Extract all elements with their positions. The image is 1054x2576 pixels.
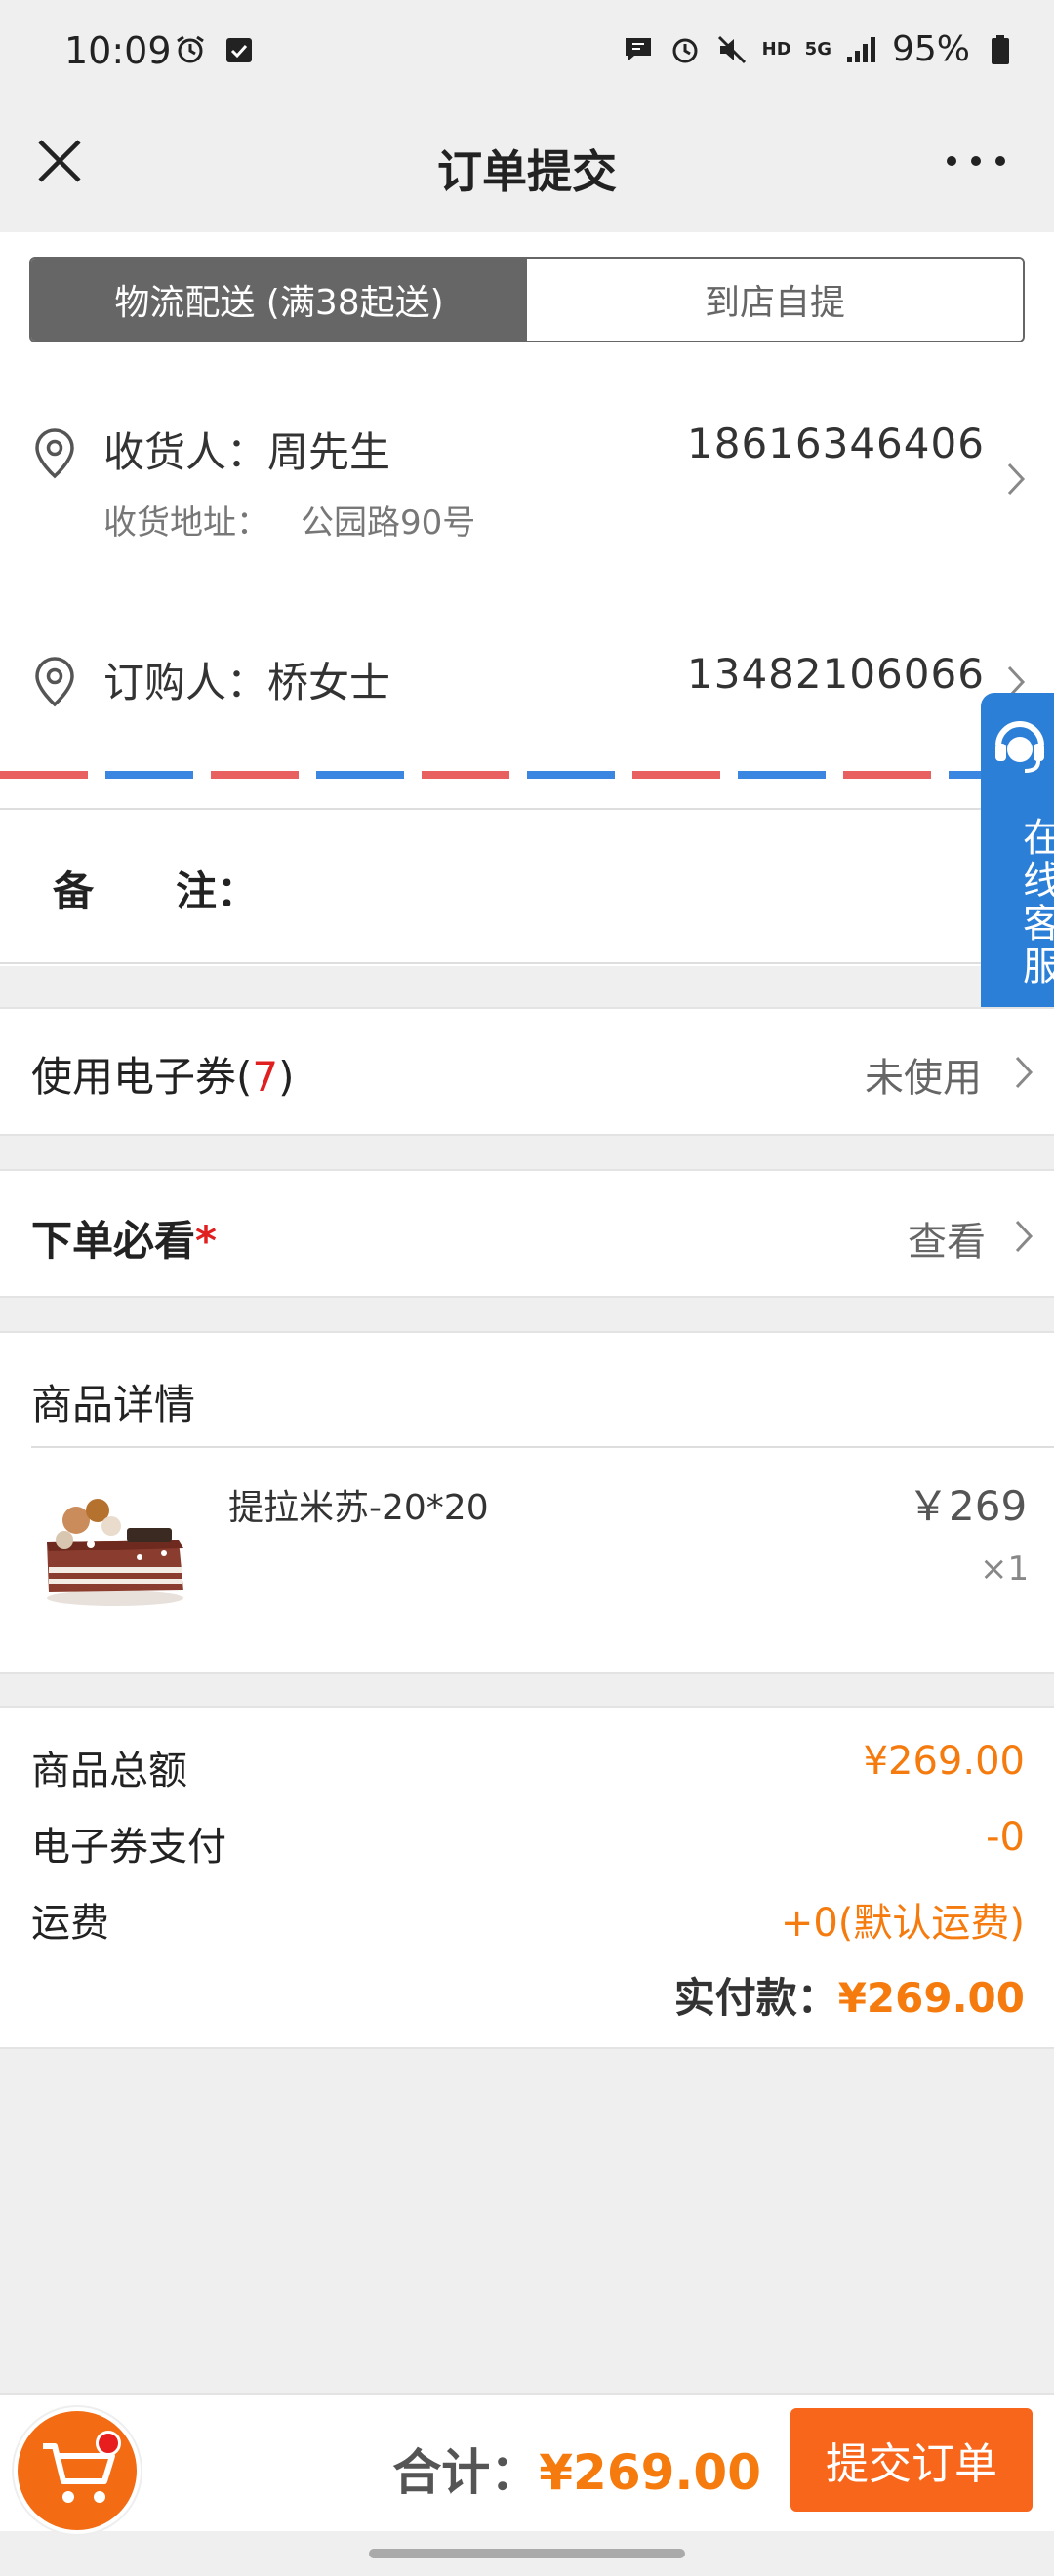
task-check-icon xyxy=(223,33,256,66)
buyer-phone: 13482106066 xyxy=(687,650,985,698)
buyer-name: 订购人：桥女士 xyxy=(103,659,391,706)
remark-row[interactable]: 备 注： xyxy=(0,829,1054,937)
battery-percent: 95% xyxy=(891,29,970,69)
receiver-row[interactable]: 收货人：周先生 18616346406 收货地址： 公园路90号 xyxy=(0,400,1054,566)
status-bar: 10:09 HD 5G 95% xyxy=(0,0,1054,107)
product-qty: ×1 xyxy=(980,1550,1030,1589)
product-section-title: 商品详情 xyxy=(31,1381,196,1429)
signal-icon xyxy=(845,33,878,66)
divider xyxy=(0,808,1054,810)
nav-bar: 订单提交 xyxy=(0,107,1054,232)
buyer-row[interactable]: 订购人：桥女士 13482106066 xyxy=(0,634,1054,742)
location-pin-icon xyxy=(33,656,76,708)
submit-order-button[interactable]: 提交订单 xyxy=(790,2408,1033,2512)
customer-service-label: 在线客服 xyxy=(1016,817,1054,988)
coupon-status: 未使用 xyxy=(865,1056,982,1101)
receiver-phone: 18616346406 xyxy=(687,420,985,467)
bottom-total-value: ¥269.00 xyxy=(539,2444,761,2501)
alarm-icon xyxy=(174,33,207,66)
tab-store-pickup[interactable]: 到店自提 xyxy=(527,259,1023,341)
network-label: 5G xyxy=(804,39,831,60)
shipping-value: +0(默认运费) xyxy=(780,1901,1025,1946)
product-price: ￥269 xyxy=(908,1482,1028,1530)
shipping-label: 运费 xyxy=(31,1901,109,1946)
order-summary-section: 商品总额 ¥269.00 电子券支付 -0 运费 +0(默认运费) 实付款：¥2… xyxy=(0,1706,1054,2049)
cart-badge-dot xyxy=(96,2431,121,2456)
home-indicator[interactable] xyxy=(369,2549,685,2558)
product-name: 提拉米苏-20*20 xyxy=(228,1488,489,1528)
order-notice-row[interactable]: 下单必看* 查看 xyxy=(0,1169,1054,1298)
receiver-address: 公园路90号 xyxy=(301,503,476,543)
paid-label: 实付款： xyxy=(673,1974,838,2022)
goods-total-value: ¥269.00 xyxy=(863,1739,1025,1784)
status-time: 10:09 xyxy=(64,29,172,72)
more-options-icon[interactable] xyxy=(947,146,1005,176)
product-image xyxy=(37,1483,193,1610)
remark-label-a: 备 xyxy=(53,867,95,915)
paid-value: ¥269.00 xyxy=(837,1974,1025,2022)
order-notice-view: 查看 xyxy=(908,1220,986,1265)
headset-icon xyxy=(993,714,1047,775)
address-stripe-divider xyxy=(0,771,1054,779)
bottom-bar: 合计：¥269.00 提交订单 xyxy=(0,2393,1054,2534)
receiver-name: 收货人：周先生 xyxy=(103,428,391,476)
paid-amount: 实付款：¥269.00 xyxy=(674,1965,1025,2025)
goods-total-label: 商品总额 xyxy=(31,1749,187,1793)
coupon-pay-label: 电子券支付 xyxy=(31,1825,226,1870)
product-item[interactable]: 提拉米苏-20*20 ￥269 ×1 xyxy=(0,1448,1054,1674)
required-mark: * xyxy=(195,1217,217,1265)
alarm-icon-2 xyxy=(669,33,702,66)
page-title: 订单提交 xyxy=(437,145,617,198)
tab-logistics-delivery[interactable]: 物流配送 (满38起送) xyxy=(31,259,527,341)
chevron-right-icon xyxy=(1005,461,1027,498)
chevron-right-icon xyxy=(1013,1054,1034,1091)
coupon-label: 使用电子券(7) xyxy=(31,1053,295,1101)
mute-icon xyxy=(715,33,749,66)
remark-label-b: 注： xyxy=(176,867,259,915)
bottom-total: 合计：¥269.00 xyxy=(392,2434,761,2504)
location-pin-icon xyxy=(33,427,76,480)
coupon-row[interactable]: 使用电子券(7) 未使用 xyxy=(0,1007,1054,1136)
coupon-pay-value: -0 xyxy=(986,1815,1025,1860)
coupon-count: 7 xyxy=(252,1053,279,1101)
message-icon xyxy=(622,33,655,66)
product-details-section: 商品详情 提拉米苏-20*20 ￥269 ×1 xyxy=(0,1331,1054,1674)
cart-button[interactable] xyxy=(14,2407,141,2534)
status-left-icons xyxy=(174,33,256,66)
battery-icon xyxy=(984,33,1017,66)
hd-label: HD xyxy=(761,39,791,60)
status-right-icons: HD 5G 95% xyxy=(622,29,1017,69)
divider xyxy=(0,962,1054,964)
receiver-address-label: 收货地址： xyxy=(103,503,269,543)
order-notice-label: 下单必看* xyxy=(31,1217,217,1265)
bottom-total-label: 合计： xyxy=(392,2444,540,2501)
delivery-tabs: 物流配送 (满38起送) 到店自提 xyxy=(29,257,1025,342)
online-customer-service-button[interactable]: 在线客服 xyxy=(981,693,1054,1020)
chevron-right-icon xyxy=(1013,1218,1034,1255)
